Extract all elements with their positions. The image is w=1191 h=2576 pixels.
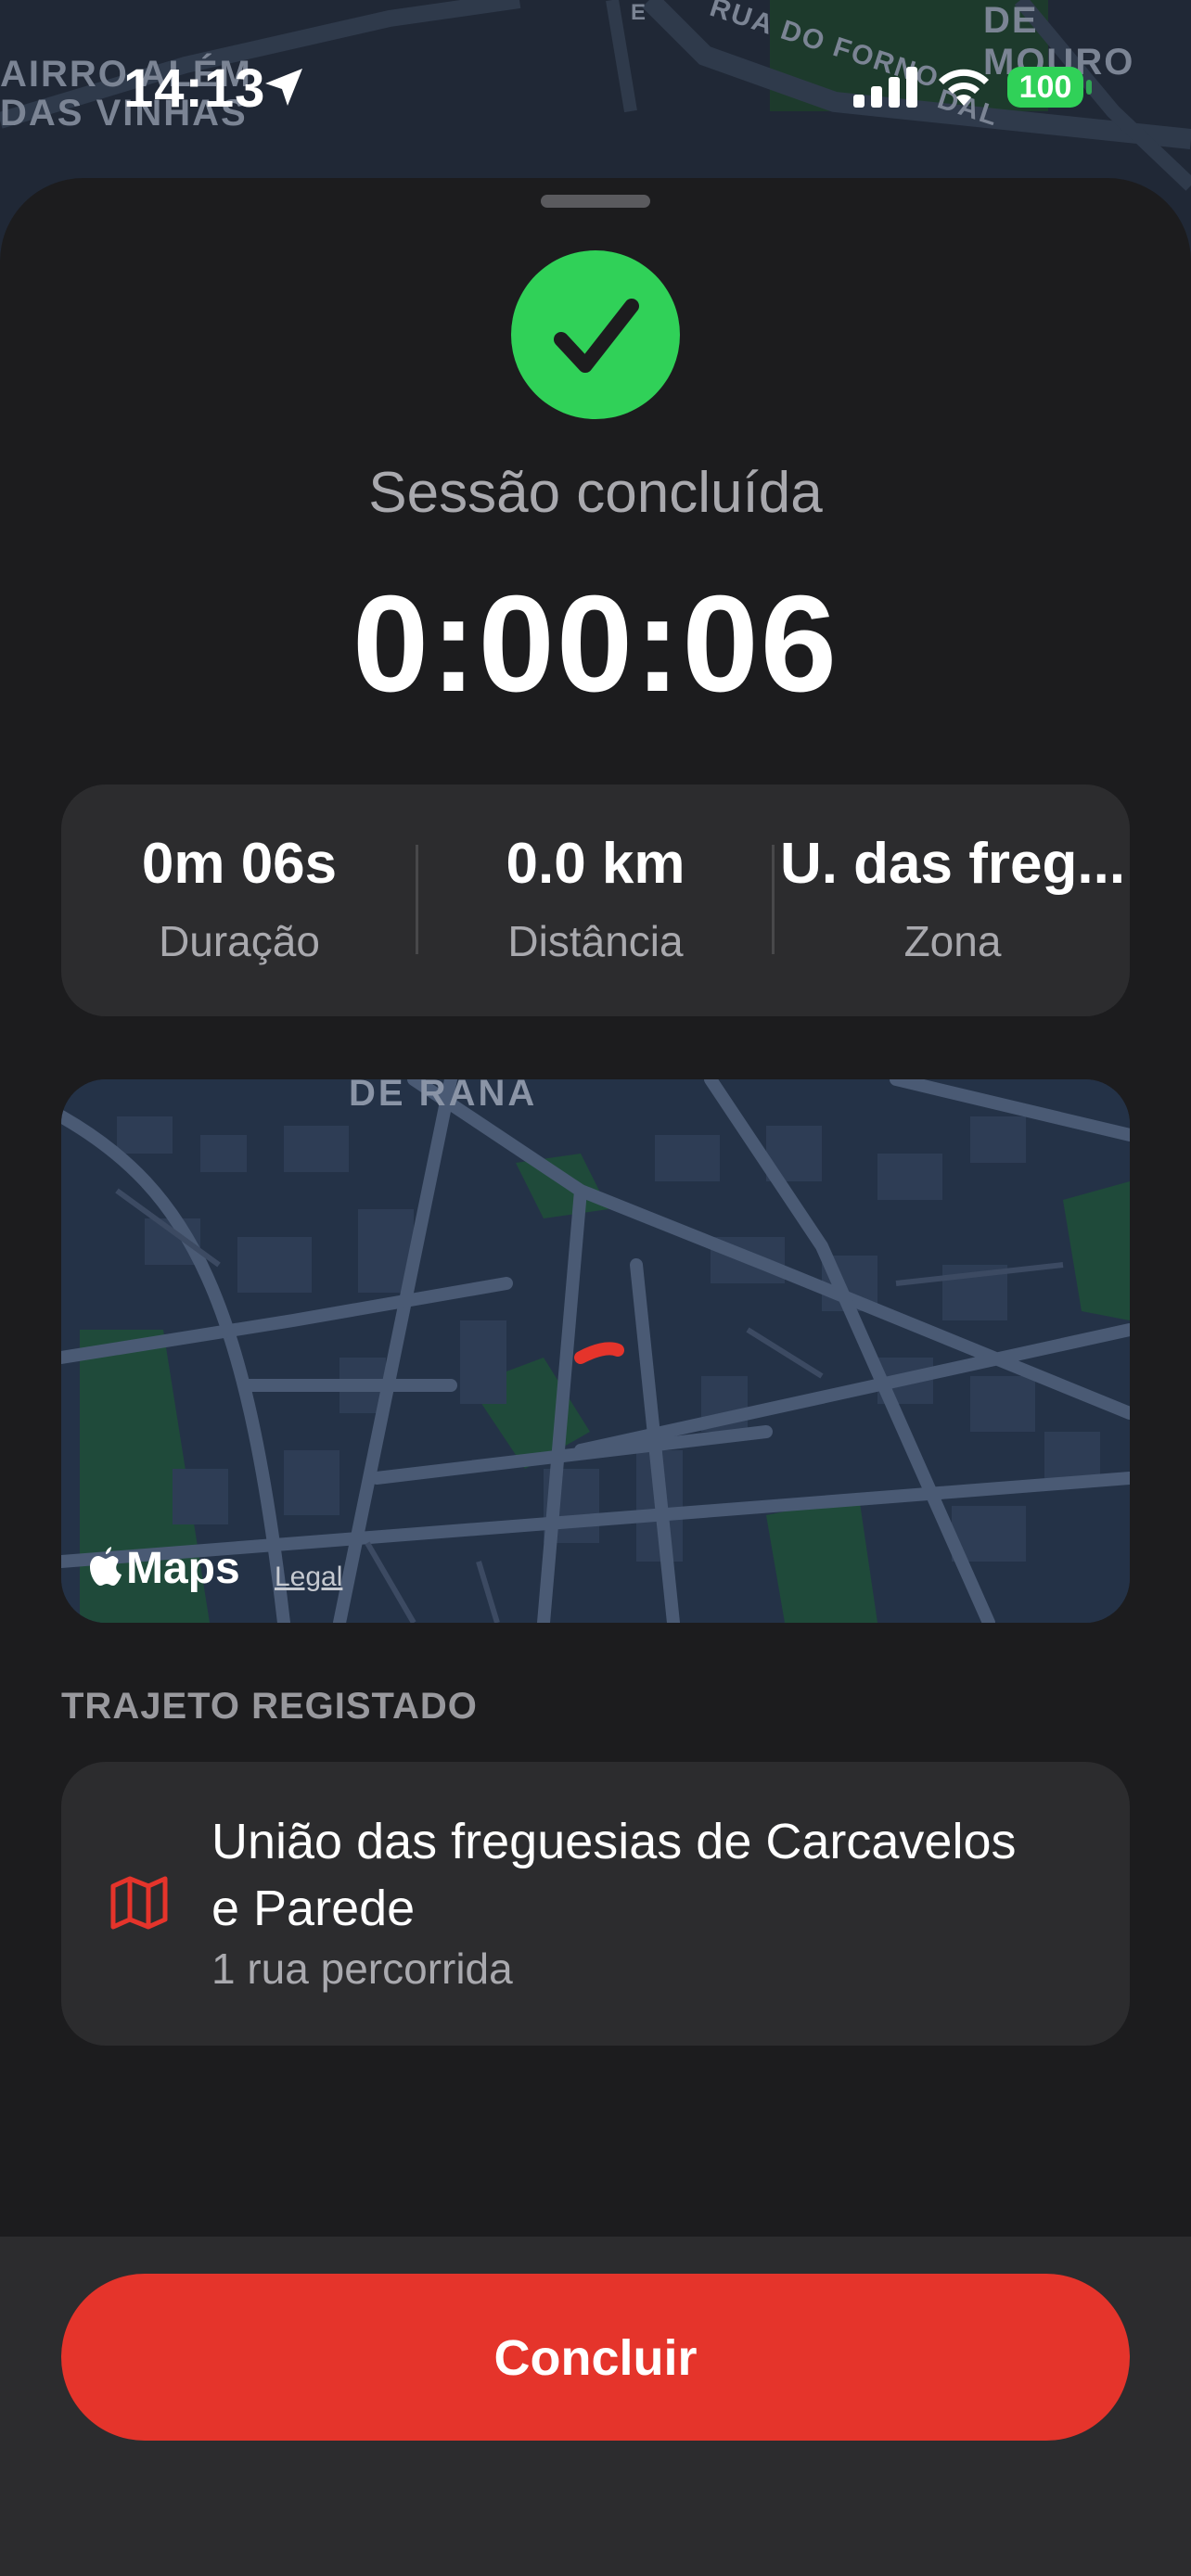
status-time: 14:13 [123,58,266,119]
finish-button[interactable]: Concluir [61,2274,1130,2441]
battery-nub [1086,80,1092,95]
checkmark-icon [511,250,680,419]
stat-duration: 0m 06s Duração [61,784,417,1016]
stat-value: 0m 06s [141,832,338,896]
divider [772,845,775,954]
route-item[interactable]: União das freguesias de Carcavelos e Par… [61,1762,1130,2046]
map-legal-link[interactable]: Legal [275,1562,342,1593]
stat-value: U. das freg... [779,832,1126,896]
session-timer: 0:00:06 [352,567,839,721]
maps-brand: Maps [126,1544,240,1593]
stat-value: 0.0 km [506,832,685,896]
location-arrow-icon [265,69,302,106]
route-detail: 1 rua percorrida [211,1945,513,1993]
status-bar: 14:13 100 [0,0,1191,176]
map-area-label: DE RANA [349,1079,537,1114]
stat-zone: U. das freg... Zona [775,784,1130,1016]
sheet-grabber[interactable] [541,195,650,208]
route-map[interactable]: DE RANA Maps Legal [61,1079,1130,1623]
stat-label: Distância [507,917,684,965]
signal-icon [853,67,917,108]
map-icon [110,1876,168,1930]
stat-distance: 0.0 km Distância [417,784,774,1016]
stat-label: Duração [159,917,320,965]
battery-icon: 100 [1007,67,1083,108]
stats-card: 0m 06s Duração 0.0 km Distância U. das f… [61,784,1130,1016]
section-title: TRAJETO REGISTADO [61,1686,478,1727]
apple-logo-icon [90,1547,122,1586]
wifi-icon [939,69,989,106]
stat-label: Zona [903,917,1002,965]
route-name: União das freguesias de Carcavelos e Par… [211,1814,1017,1936]
session-status: Sessão concluída [368,461,823,525]
